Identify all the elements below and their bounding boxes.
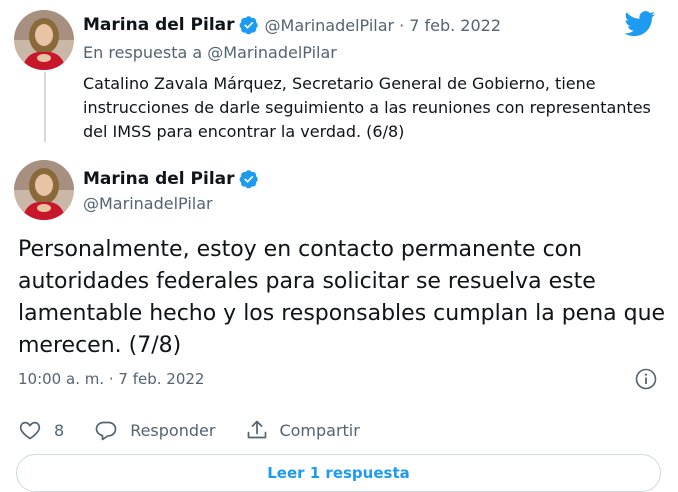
- main-tweet-header: Marina del Pilar: [83, 168, 259, 190]
- reply-label: Responder: [130, 420, 216, 440]
- reply-tweet-text: Catalino Zavala Márquez, Secretario Gene…: [83, 74, 651, 141]
- author-handle[interactable]: @MarinadelPilar: [83, 194, 213, 213]
- main-tweet-text: Personalmente, estoy en contacto permane…: [18, 237, 666, 358]
- reply-to-handle[interactable]: @MarinadelPilar: [207, 43, 337, 62]
- share-label: Compartir: [279, 420, 360, 440]
- author-name[interactable]: Marina del Pilar: [83, 169, 235, 189]
- tweet-actions: 8 Responder Compartir: [18, 415, 390, 445]
- share-button[interactable]: Compartir: [245, 418, 360, 442]
- tweet-timestamp[interactable]: 10:00 a. m. · 7 feb. 2022: [18, 370, 204, 388]
- reply-to-context: En respuesta a @MarinadelPilar: [83, 43, 337, 62]
- reply-bubble-icon: [95, 421, 117, 441]
- separator: ·: [399, 15, 405, 35]
- reply-button[interactable]: Responder: [94, 418, 215, 442]
- author-name[interactable]: Marina del Pilar: [83, 15, 235, 35]
- verified-badge-icon: [239, 15, 259, 35]
- reply-tweet-header: Marina del Pilar @MarinadelPilar · 7 feb…: [83, 14, 501, 36]
- avatar[interactable]: [14, 160, 74, 220]
- like-button[interactable]: 8: [18, 418, 64, 442]
- verified-badge-icon: [239, 169, 259, 189]
- tweet-date[interactable]: 7 feb. 2022: [409, 16, 501, 35]
- like-count: 8: [54, 420, 65, 440]
- author-handle[interactable]: @MarinadelPilar: [265, 16, 395, 35]
- reply-to-prefix: En respuesta a: [83, 43, 203, 62]
- heart-icon: [19, 421, 41, 440]
- read-replies-button[interactable]: Leer 1 respuesta: [16, 454, 661, 492]
- info-icon[interactable]: [634, 367, 658, 391]
- avatar[interactable]: [14, 10, 74, 70]
- twitter-bird-icon[interactable]: [624, 11, 656, 37]
- read-replies-label: Leer 1 respuesta: [267, 464, 410, 482]
- thread-line: [44, 72, 46, 142]
- share-icon: [248, 420, 267, 439]
